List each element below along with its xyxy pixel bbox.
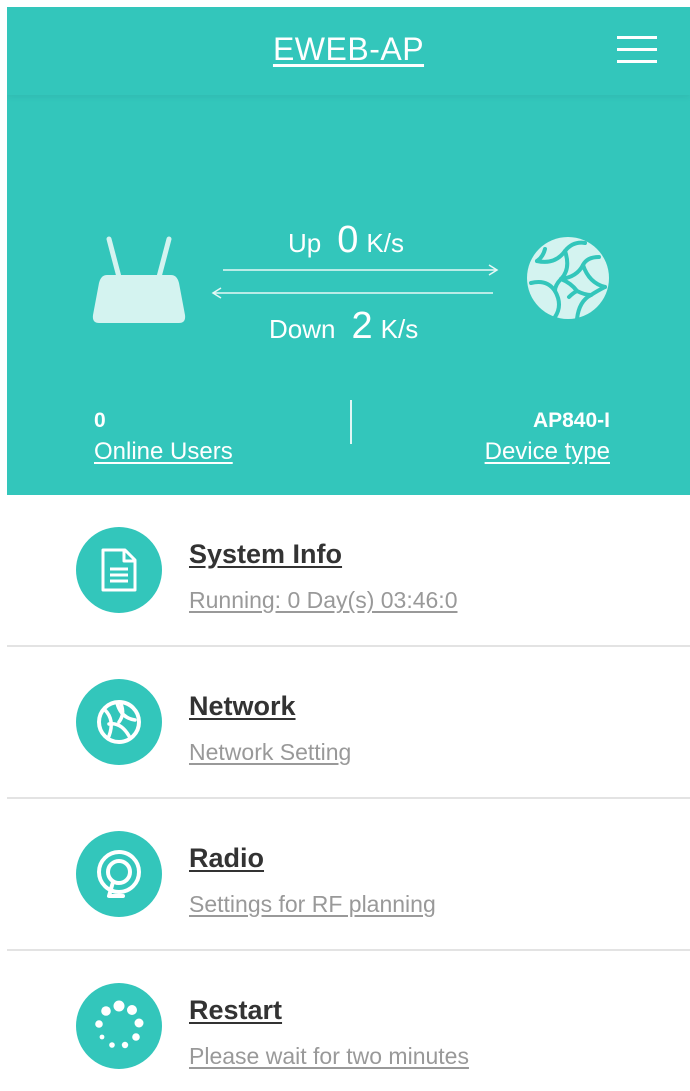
menu-item-title[interactable]: System Info	[189, 539, 342, 570]
device-type-value: AP840-I	[532, 409, 610, 432]
online-users-link[interactable]: Online Users	[94, 438, 233, 466]
download-value: 2	[351, 305, 373, 347]
menu-item-network[interactable]: Network Network Setting	[7, 647, 690, 799]
upload-unit: K/s	[366, 228, 404, 258]
hamburger-icon-line	[617, 48, 657, 51]
main-menu: System Info Running: 0 Day(s) 03:46:0 Ne…	[7, 495, 690, 1091]
menu-item-subtitle[interactable]: Network Setting	[189, 739, 351, 766]
hamburger-icon-line	[617, 60, 657, 63]
top-bar: EWEB-AP	[7, 7, 690, 95]
menu-item-system-info[interactable]: System Info Running: 0 Day(s) 03:46:0	[7, 495, 690, 647]
download-rate: Down 2 K/s	[269, 305, 418, 348]
traffic-arrows	[207, 263, 507, 308]
hamburger-menu-button[interactable]	[617, 36, 657, 64]
download-label: Down	[269, 314, 336, 344]
menu-item-restart[interactable]: Restart Please wait for two minutes	[7, 951, 690, 1091]
hamburger-icon	[617, 36, 657, 39]
app-title[interactable]: EWEB-AP	[7, 31, 690, 68]
upload-label: Up	[288, 228, 322, 258]
status-panel: EWEB-AP Up 0 K/s Down 2 K/s 0 Online Use…	[7, 7, 690, 495]
menu-item-subtitle[interactable]: Please wait for two minutes	[189, 1043, 469, 1070]
radio-signal-icon	[76, 831, 162, 917]
document-icon	[76, 527, 162, 613]
router-icon	[91, 235, 187, 330]
upload-value: 0	[337, 219, 359, 261]
menu-item-subtitle[interactable]: Settings for RF planning	[189, 891, 436, 918]
menu-item-title[interactable]: Radio	[189, 843, 264, 874]
menu-item-subtitle[interactable]: Running: 0 Day(s) 03:46:0	[189, 587, 458, 614]
menu-item-radio[interactable]: Radio Settings for RF planning	[7, 799, 690, 951]
device-type-link[interactable]: Device type	[485, 438, 610, 466]
menu-item-title[interactable]: Restart	[189, 995, 282, 1026]
app-frame: EWEB-AP Up 0 K/s Down 2 K/s 0 Online Use…	[7, 7, 690, 1091]
stats-divider	[350, 400, 352, 444]
restart-spinner-icon	[76, 983, 162, 1069]
online-users-count: 0	[94, 409, 106, 432]
menu-item-title[interactable]: Network	[189, 691, 296, 722]
device-type-stat: AP840-I Device type	[485, 409, 610, 466]
online-users-stat: 0 Online Users	[94, 409, 233, 466]
network-globe-icon	[76, 679, 162, 765]
globe-icon	[525, 235, 611, 326]
download-unit: K/s	[380, 314, 419, 344]
upload-rate: Up 0 K/s	[288, 219, 404, 262]
